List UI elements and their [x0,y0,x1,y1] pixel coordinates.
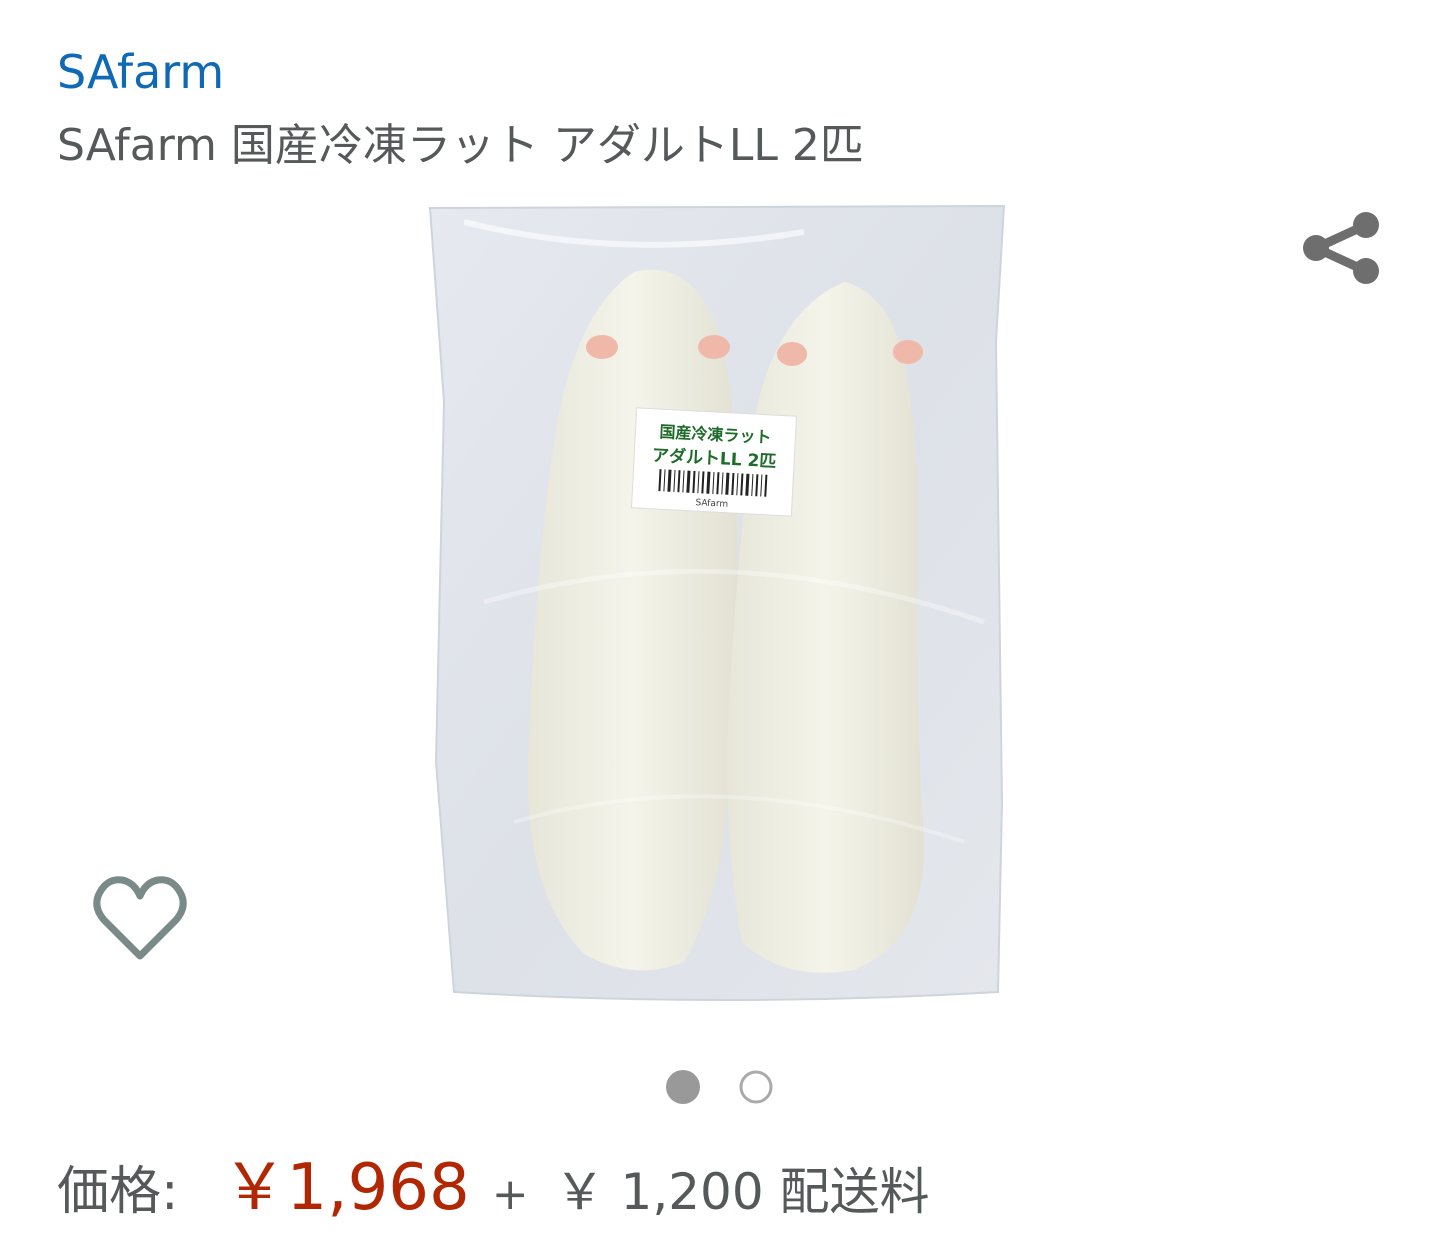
product-title: SAfarm 国産冷凍ラット アダルトLL 2匹 [57,120,864,171]
product-photo: 国産冷凍ラット アダルトLL 2匹 SAfarm [428,204,1006,1001]
brand-link[interactable]: SAfarm [57,42,224,102]
heart-outline-icon [93,876,187,960]
shipping-plus: + [491,1169,529,1220]
package-label-maker: SAfarm [695,498,728,510]
price-label: 価格: [57,1162,179,1222]
carousel-dot-active[interactable] [666,1070,700,1104]
price-row: 価格: ￥1,968 + ￥ 1,200 配送料 [57,1150,930,1230]
share-button[interactable] [1296,205,1386,291]
carousel-dots [664,1068,776,1106]
product-image[interactable]: 国産冷凍ラット アダルトLL 2匹 SAfarm [424,202,1010,1008]
price-value: ￥1,968 [222,1151,470,1225]
wishlist-button[interactable] [90,872,190,964]
carousel-dot[interactable] [739,1070,773,1104]
share-icon [1303,212,1379,284]
shipping-cost: ￥ 1,200 配送料 [554,1163,930,1221]
